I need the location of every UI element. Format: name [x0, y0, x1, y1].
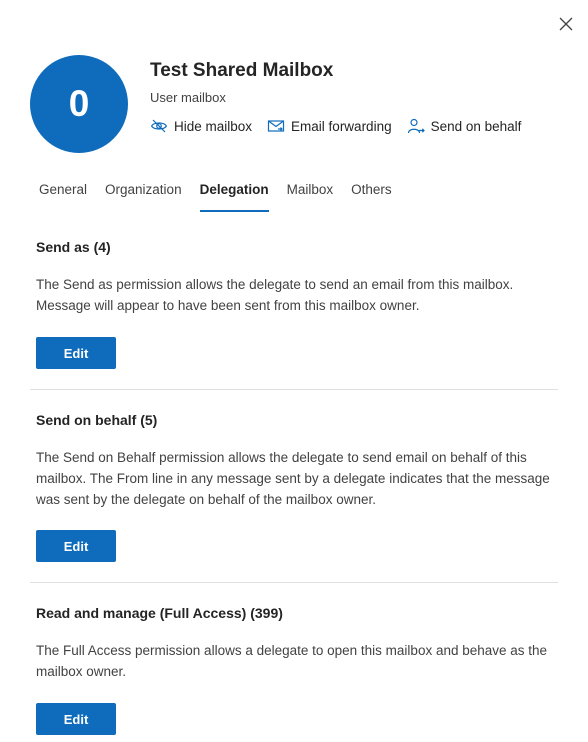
tab-delegation[interactable]: Delegation — [199, 176, 269, 212]
header-actions: Hide mailbox Email forwarding Send on be… — [150, 116, 536, 136]
send-as-edit-button[interactable]: Edit — [36, 337, 116, 369]
full-access-description: The Full Access permission allows a dele… — [36, 643, 548, 679]
page-title: Test Shared Mailbox — [150, 60, 334, 81]
send-as-description: The Send as permission allows the delega… — [36, 277, 514, 313]
divider — [30, 389, 558, 390]
tab-mailbox[interactable]: Mailbox — [287, 176, 334, 212]
tab-bar: General Organization Delegation Mailbox … — [30, 176, 401, 212]
send-on-behalf-action[interactable]: Send on behalf — [407, 118, 522, 134]
avatar-initial: 0 — [68, 83, 90, 124]
full-access-heading: Read and manage (Full Access) (399) — [36, 605, 283, 621]
hide-mailbox-action[interactable]: Hide mailbox — [150, 118, 252, 134]
tab-general[interactable]: General — [39, 176, 87, 212]
divider — [30, 582, 558, 583]
person-arrow-icon — [407, 118, 425, 134]
send-as-heading: Send as (4) — [36, 239, 111, 255]
send-on-behalf-label: Send on behalf — [430, 118, 522, 134]
email-forwarding-label: Email forwarding — [291, 118, 392, 134]
close-icon — [559, 17, 573, 31]
send-on-behalf-description: The Send on Behalf permission allows the… — [36, 450, 550, 507]
avatar: 0 — [30, 55, 128, 153]
hide-mailbox-label: Hide mailbox — [174, 118, 253, 134]
mailbox-type: User mailbox — [150, 90, 226, 105]
tab-others[interactable]: Others — [351, 176, 392, 212]
send-on-behalf-edit-button[interactable]: Edit — [36, 530, 116, 562]
send-on-behalf-heading: Send on behalf (5) — [36, 412, 158, 428]
send-as-section: Send as (4) The Send as permission allow… — [36, 239, 556, 369]
full-access-edit-button[interactable]: Edit — [36, 703, 116, 735]
hide-icon — [150, 119, 168, 133]
tab-organization[interactable]: Organization — [105, 176, 182, 212]
send-on-behalf-section: Send on behalf (5) The Send on Behalf pe… — [36, 412, 556, 562]
email-forwarding-action[interactable]: Email forwarding — [267, 118, 392, 134]
mail-forward-icon — [267, 120, 285, 132]
close-button[interactable] — [556, 14, 576, 34]
full-access-section: Read and manage (Full Access) (399) The … — [36, 605, 556, 735]
